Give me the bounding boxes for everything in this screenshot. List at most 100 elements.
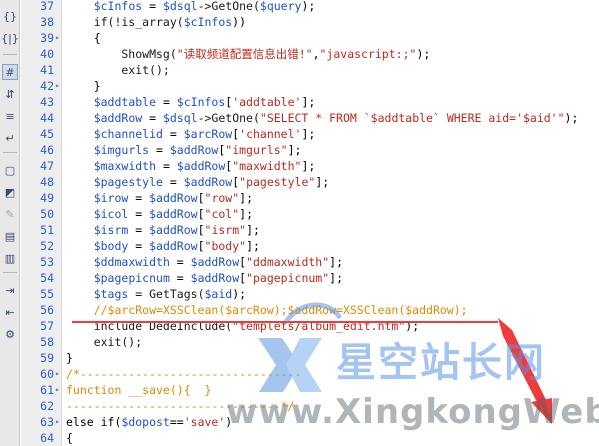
code-token: [ bbox=[197, 207, 205, 221]
collapse-icon[interactable]: ⇵ bbox=[2, 86, 18, 102]
line-number: 50 bbox=[40, 207, 54, 221]
line-number: 55 bbox=[40, 287, 54, 301]
code-line: $maxwidth = $addRow["maxwidth"]; bbox=[66, 158, 316, 174]
code-token: "col" bbox=[204, 207, 240, 221]
code-token: ]; bbox=[329, 271, 344, 285]
line-number: 37 bbox=[40, 0, 54, 13]
line-number: 64 bbox=[40, 431, 54, 445]
format-braces-icon[interactable]: {|} bbox=[1, 30, 19, 46]
code-token: //$arcRow=XSSClean($arcRow);$addRow=XSSC… bbox=[66, 303, 468, 317]
code-token: ); bbox=[416, 47, 431, 61]
code-line: $tags = GetTags($aid); bbox=[66, 286, 246, 302]
code-token: $maxwidth bbox=[93, 159, 157, 173]
code-token: ); bbox=[564, 111, 579, 125]
code-token: $dopost bbox=[121, 415, 170, 429]
recent-snippets-icon[interactable]: ▤ bbox=[2, 228, 18, 244]
line-number: 59 bbox=[40, 351, 54, 365]
code-token: )) bbox=[232, 15, 247, 29]
code-token: $addRow bbox=[190, 255, 240, 269]
brush-icon[interactable]: ✎ bbox=[2, 206, 18, 222]
fold-marker-icon[interactable]: ▸ bbox=[55, 78, 62, 94]
fold-marker-icon[interactable]: ▸ bbox=[55, 366, 62, 382]
code-token: ]; bbox=[301, 95, 316, 109]
code-token: } bbox=[66, 79, 101, 93]
code-token: $addtable bbox=[93, 95, 157, 109]
code-token: function __save(){ } bbox=[66, 383, 212, 397]
code-token: $addRow bbox=[93, 111, 143, 125]
uncomment-icon[interactable]: ◩ bbox=[2, 184, 18, 200]
code-token: [ bbox=[197, 239, 205, 253]
code-token: else if( bbox=[66, 415, 122, 429]
code-token: = bbox=[162, 175, 184, 189]
code-line: else if($dopost=='save') bbox=[66, 414, 232, 430]
line-number: 51 bbox=[40, 223, 54, 237]
code-line: $cInfos = $dsql->GetOne($query); bbox=[66, 0, 316, 14]
wrap-icon[interactable]: ↵ bbox=[2, 130, 18, 146]
code-token: "ddmaxwidth" bbox=[246, 255, 330, 269]
highlight-code-icon[interactable]: # bbox=[2, 64, 18, 80]
line-number: 53 bbox=[40, 255, 54, 269]
code-token: "imgurls" bbox=[225, 143, 288, 157]
line-number: 62 bbox=[40, 399, 54, 413]
format-source-icon[interactable]: ⚙ bbox=[2, 326, 18, 342]
line-number: 48 bbox=[40, 175, 54, 189]
move-css-icon[interactable]: ▥ bbox=[2, 250, 18, 266]
code-token: $icol bbox=[93, 207, 129, 221]
code-token: == bbox=[169, 415, 184, 429]
code-token: $imgurls bbox=[93, 143, 150, 157]
code-token: ); bbox=[301, 0, 316, 13]
toolbar-separator bbox=[3, 152, 17, 153]
code-line: { bbox=[66, 30, 101, 46]
line-number: 56 bbox=[40, 303, 54, 317]
line-number: 60 bbox=[40, 367, 54, 381]
code-token: $pagepicnum bbox=[93, 271, 170, 285]
code-token: $addRow bbox=[183, 175, 233, 189]
outdent-icon[interactable]: ⇤ bbox=[2, 304, 18, 320]
code-token: = bbox=[156, 159, 177, 173]
code-line: $ddmaxwidth = $addRow["ddmaxwidth"]; bbox=[66, 254, 343, 270]
fold-marker-icon[interactable]: ▸ bbox=[55, 382, 62, 398]
code-line: function __save(){ } bbox=[66, 382, 211, 398]
code-token: = bbox=[169, 255, 191, 269]
code-token: $tags bbox=[93, 287, 129, 301]
code-token: = bbox=[128, 223, 150, 237]
line-numbers-icon[interactable]: ≡ bbox=[2, 108, 18, 124]
line-number: 63 bbox=[40, 415, 54, 429]
code-token: "pagestyle" bbox=[239, 175, 316, 189]
code-token: = bbox=[156, 95, 177, 109]
code-token: $dsql bbox=[162, 111, 198, 125]
code-token: "maxwidth" bbox=[232, 159, 302, 173]
fold-marker-icon[interactable]: ▸ bbox=[55, 414, 62, 430]
code-token: ]; bbox=[287, 143, 302, 157]
code-line: exit(); bbox=[66, 334, 142, 350]
code-token: $addRow bbox=[169, 143, 219, 157]
code-token: $arcRow bbox=[183, 127, 233, 141]
line-number: 47 bbox=[40, 159, 54, 173]
red-underline-annotation bbox=[72, 321, 498, 323]
indent-icon[interactable]: ⇥ bbox=[2, 282, 18, 298]
line-number: 46 bbox=[40, 143, 54, 157]
fold-marker-icon[interactable]: ▸ bbox=[55, 30, 62, 46]
comment-icon[interactable]: ▢ bbox=[2, 162, 18, 178]
line-number: 49 bbox=[40, 191, 54, 205]
code-token: $addRow bbox=[149, 207, 198, 221]
code-token: "SELECT * FROM `$addtable` WHERE aid='$a… bbox=[259, 111, 565, 125]
code-token: $irow bbox=[93, 191, 129, 205]
code-line: $pagestyle = $addRow["pagestyle"]; bbox=[66, 174, 329, 190]
code-token: "javascript:;" bbox=[319, 47, 417, 61]
braces-icon[interactable]: {} bbox=[2, 8, 18, 24]
code-line: exit(); bbox=[66, 62, 169, 78]
code-token: = bbox=[162, 127, 184, 141]
code-editor-window: {} {|} # ⇵ ≡ ↵ ▢ ◩ ✎ ▤ ▥ ⇥ ⇤ ⚙ 37 38 39 ▸ 40 41 42 ▸ 43 44 45 46… bbox=[0, 0, 599, 446]
line-number: 38 bbox=[40, 15, 54, 29]
code-token: "读取频道配置信息出错!" bbox=[176, 47, 313, 61]
code-token: ]; bbox=[301, 127, 316, 141]
code-token: 'save' bbox=[183, 415, 226, 429]
